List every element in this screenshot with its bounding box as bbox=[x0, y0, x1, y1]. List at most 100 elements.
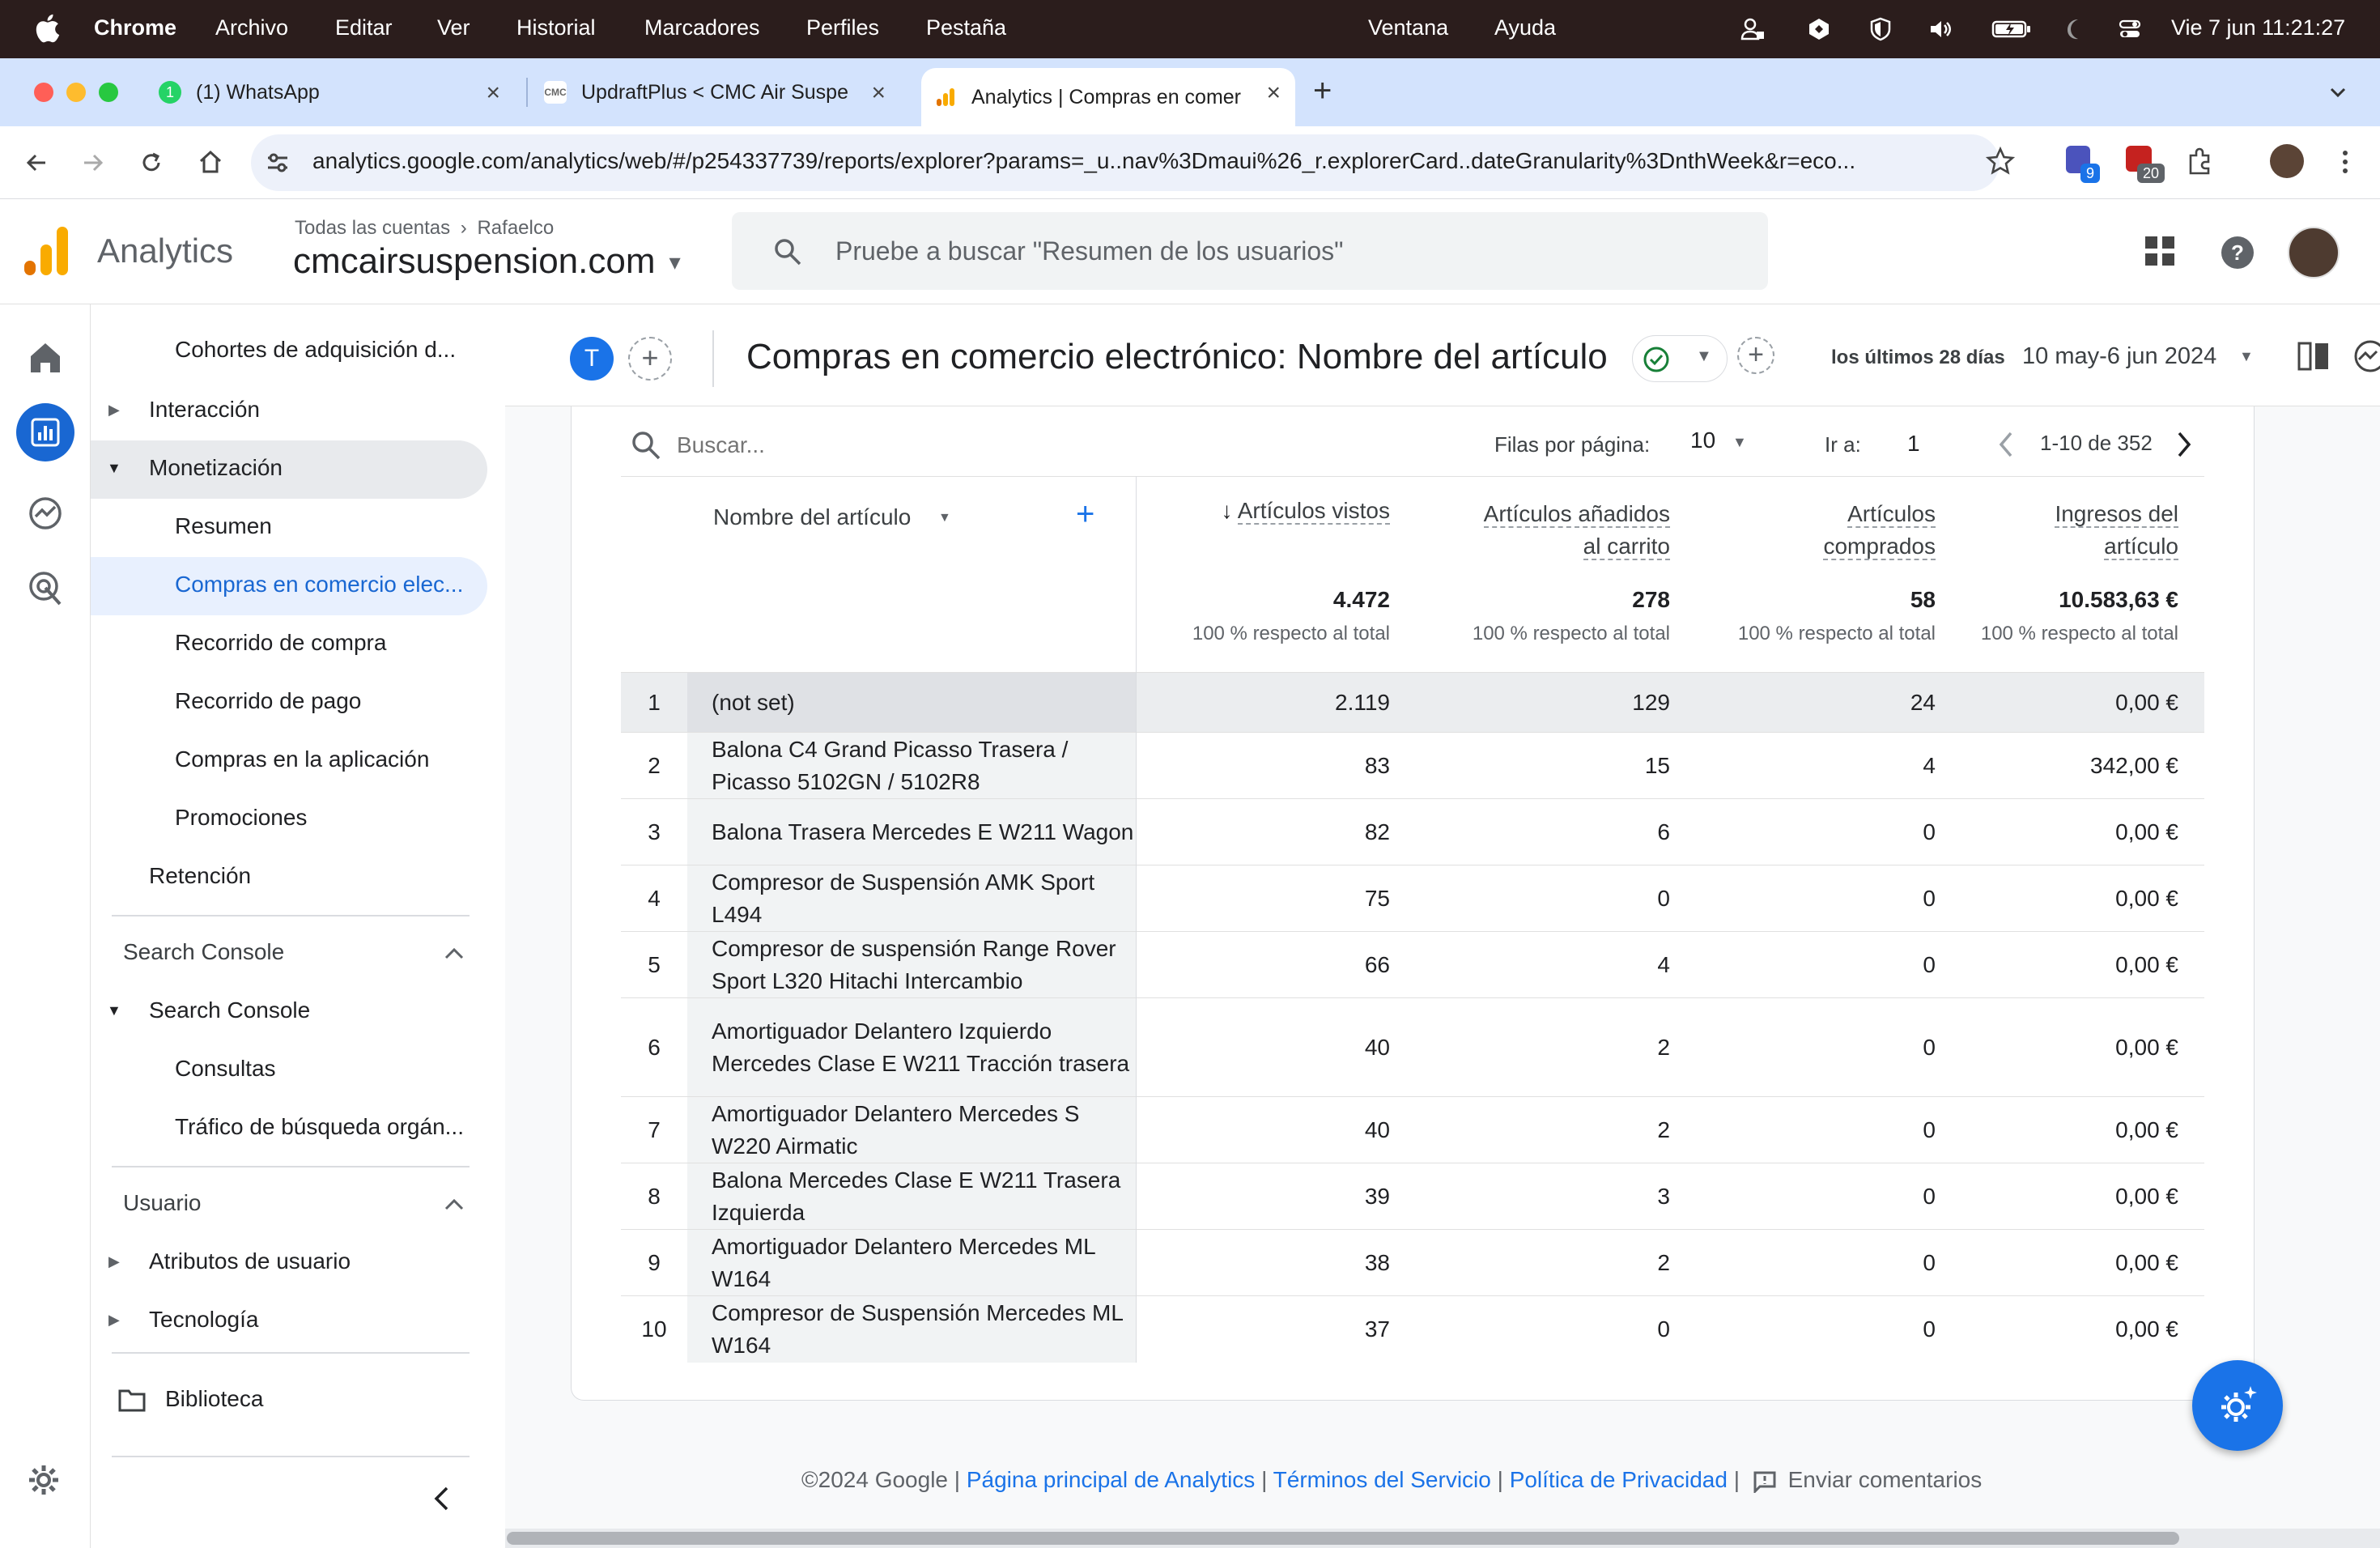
window-minimize-button[interactable] bbox=[66, 83, 86, 102]
extension-teams-icon[interactable]: 9 bbox=[2066, 146, 2100, 183]
table-row[interactable]: 9 Amortiguador Delantero Mercedes ML W16… bbox=[621, 1229, 2204, 1296]
advertising-icon[interactable] bbox=[28, 570, 63, 607]
nav-recorrido-pago[interactable]: Recorrido de pago bbox=[175, 688, 361, 714]
focus-moon-icon[interactable] bbox=[2061, 16, 2089, 42]
breadcrumb-all-accounts[interactable]: Todas las cuentas bbox=[295, 217, 450, 239]
nav-interaccion[interactable]: Interacción bbox=[149, 397, 260, 423]
nav-atributos-usuario[interactable]: Atributos de usuario bbox=[149, 1248, 351, 1274]
forward-arrow-icon[interactable] bbox=[79, 149, 107, 176]
col-articulos-comprados[interactable]: Artículos comprados bbox=[1696, 477, 1961, 587]
nav-recorrido-compra[interactable]: Recorrido de compra bbox=[175, 630, 386, 656]
table-search-input[interactable] bbox=[677, 426, 1082, 465]
col-ingresos-articulo[interactable]: Ingresos del artículo bbox=[1961, 477, 2204, 587]
triangle-right-icon[interactable]: ▶ bbox=[108, 402, 120, 419]
home-icon[interactable] bbox=[28, 340, 63, 374]
section-usuario[interactable]: Usuario bbox=[123, 1190, 201, 1216]
menu-ventana[interactable]: Ventana bbox=[1368, 15, 1448, 40]
close-icon[interactable]: × bbox=[486, 79, 500, 107]
site-settings-icon[interactable] bbox=[264, 149, 291, 176]
menu-perfiles[interactable]: Perfiles bbox=[806, 15, 879, 40]
apple-icon[interactable] bbox=[34, 13, 60, 44]
explore-icon[interactable] bbox=[28, 495, 63, 531]
window-close-button[interactable] bbox=[34, 83, 53, 102]
apps-grid-icon[interactable] bbox=[2144, 235, 2176, 267]
next-page-chevron-icon[interactable] bbox=[2174, 429, 2194, 460]
nav-promociones[interactable]: Promociones bbox=[175, 805, 307, 831]
nav-trafico-organico[interactable]: Tráfico de búsqueda orgán... bbox=[175, 1114, 464, 1140]
date-range-label[interactable]: los últimos 28 días bbox=[1831, 347, 2005, 369]
url-text[interactable]: analytics.google.com/analytics/web/#/p25… bbox=[312, 148, 1855, 174]
shield-icon[interactable] bbox=[1867, 16, 1894, 42]
table-row[interactable]: 6 Amortiguador Delantero Izquierdo Merce… bbox=[621, 997, 2204, 1097]
table-row[interactable]: 7 Amortiguador Delantero Mercedes S W220… bbox=[621, 1096, 2204, 1163]
nav-tecnologia[interactable]: Tecnología bbox=[149, 1307, 258, 1333]
add-card-icon[interactable]: + bbox=[1737, 337, 1774, 374]
table-row[interactable]: 5 Compresor de suspensión Range Rover Sp… bbox=[621, 931, 2204, 998]
chevron-up-icon[interactable] bbox=[444, 1197, 465, 1211]
bookmark-star-icon[interactable] bbox=[1985, 146, 2016, 176]
property-selector[interactable]: cmcairsuspension.com ▼ bbox=[293, 241, 685, 282]
nav-compras-comercio[interactable]: Compras en comercio elec... bbox=[175, 572, 463, 598]
rows-per-page-select[interactable]: 10 ▼ bbox=[1690, 427, 1763, 463]
admin-gear-icon[interactable] bbox=[28, 1464, 60, 1496]
tab-updraftplus[interactable]: CMC UpdraftPlus < CMC Air Suspe × bbox=[544, 68, 900, 117]
close-icon[interactable]: × bbox=[1266, 79, 1281, 107]
tab-whatsapp[interactable]: 1 (1) WhatsApp × bbox=[159, 68, 515, 117]
add-comparison-icon[interactable]: + bbox=[628, 337, 672, 381]
date-range[interactable]: 10 may-6 jun 2024 bbox=[2022, 343, 2216, 370]
back-arrow-icon[interactable] bbox=[23, 149, 50, 176]
more-vert-icon[interactable] bbox=[2331, 147, 2359, 176]
footer-link-analytics-home[interactable]: Página principal de Analytics bbox=[967, 1467, 1255, 1492]
nav-search-console[interactable]: Search Console bbox=[149, 997, 310, 1023]
battery-icon[interactable] bbox=[1991, 16, 2032, 42]
menu-ver[interactable]: Ver bbox=[437, 15, 470, 40]
reload-icon[interactable] bbox=[138, 149, 165, 176]
profile-avatar[interactable] bbox=[2270, 144, 2304, 178]
insights-icon[interactable] bbox=[2352, 338, 2380, 374]
menu-historial[interactable]: Historial bbox=[516, 15, 596, 40]
menu-app-name[interactable]: Chrome bbox=[94, 15, 176, 40]
menu-pestana[interactable]: Pestaña bbox=[926, 15, 1006, 40]
extensions-puzzle-icon[interactable] bbox=[2184, 146, 2215, 176]
customize-fab[interactable] bbox=[2192, 1360, 2283, 1451]
add-dimension-icon[interactable]: + bbox=[1076, 496, 1094, 533]
close-icon[interactable]: × bbox=[871, 79, 886, 107]
chevron-up-icon[interactable] bbox=[444, 946, 465, 960]
menu-marcadores[interactable]: Marcadores bbox=[644, 15, 760, 40]
vpn-icon[interactable] bbox=[1739, 16, 1766, 42]
scrollbar-thumb[interactable] bbox=[507, 1532, 2179, 1545]
menu-ayuda[interactable]: Ayuda bbox=[1494, 15, 1556, 40]
table-row[interactable]: 1 (not set) 2.119 129 24 0,00 € bbox=[621, 672, 2204, 733]
dimension-header[interactable]: Nombre del artículo ▼ + bbox=[621, 476, 1137, 587]
col-articulos-carrito[interactable]: Artículos añadidos al carrito bbox=[1416, 477, 1696, 587]
compare-columns-icon[interactable] bbox=[2297, 340, 2331, 372]
volume-icon[interactable] bbox=[1927, 16, 1954, 42]
nav-retencion[interactable]: Retención bbox=[149, 863, 251, 889]
breadcrumb-account[interactable]: Rafaelco bbox=[477, 217, 554, 239]
analytics-logo-icon[interactable] bbox=[23, 225, 70, 277]
nav-resumen[interactable]: Resumen bbox=[175, 513, 272, 539]
nav-cohortes-adquisicion[interactable]: Cohortes de adquisición d... bbox=[175, 337, 456, 363]
prev-page-chevron-icon[interactable] bbox=[1996, 429, 2016, 460]
collapse-chevron-left-icon[interactable] bbox=[431, 1485, 452, 1512]
extension-hex-icon[interactable] bbox=[1805, 16, 1833, 42]
table-row[interactable]: 10 Compresor de Suspensión Mercedes ML W… bbox=[621, 1295, 2204, 1363]
triangle-right-icon[interactable]: ▶ bbox=[108, 1312, 120, 1329]
goto-input[interactable]: 1 bbox=[1907, 431, 1920, 457]
nav-biblioteca[interactable]: Biblioteca bbox=[165, 1386, 263, 1412]
caret-down-icon[interactable]: ▼ bbox=[2239, 348, 2254, 365]
nav-consultas[interactable]: Consultas bbox=[175, 1056, 276, 1082]
help-icon[interactable]: ? bbox=[2220, 235, 2255, 270]
col-articulos-vistos[interactable]: ↓ Artículos vistos bbox=[1136, 477, 1416, 587]
tab-search-chevron-icon[interactable] bbox=[2328, 84, 2348, 100]
nav-compras-aplicacion[interactable]: Compras en la aplicación bbox=[175, 746, 429, 772]
table-row[interactable]: 4 Compresor de Suspensión AMK Sport L494… bbox=[621, 865, 2204, 932]
comparison-avatar[interactable]: T bbox=[570, 337, 614, 381]
nav-monetizacion[interactable]: Monetización bbox=[149, 455, 283, 481]
menu-editar[interactable]: Editar bbox=[335, 15, 393, 40]
tab-analytics[interactable]: Analytics | Compras en comer × bbox=[921, 68, 1295, 126]
extension-calendar-icon[interactable]: 20 bbox=[2126, 146, 2165, 183]
feedback-button[interactable]: Enviar comentarios bbox=[1746, 1467, 1982, 1495]
table-row[interactable]: 2 Balona C4 Grand Picasso Trasera / Pica… bbox=[621, 732, 2204, 799]
table-row[interactable]: 3 Balona Trasera Mercedes E W211 Wagon 8… bbox=[621, 798, 2204, 865]
